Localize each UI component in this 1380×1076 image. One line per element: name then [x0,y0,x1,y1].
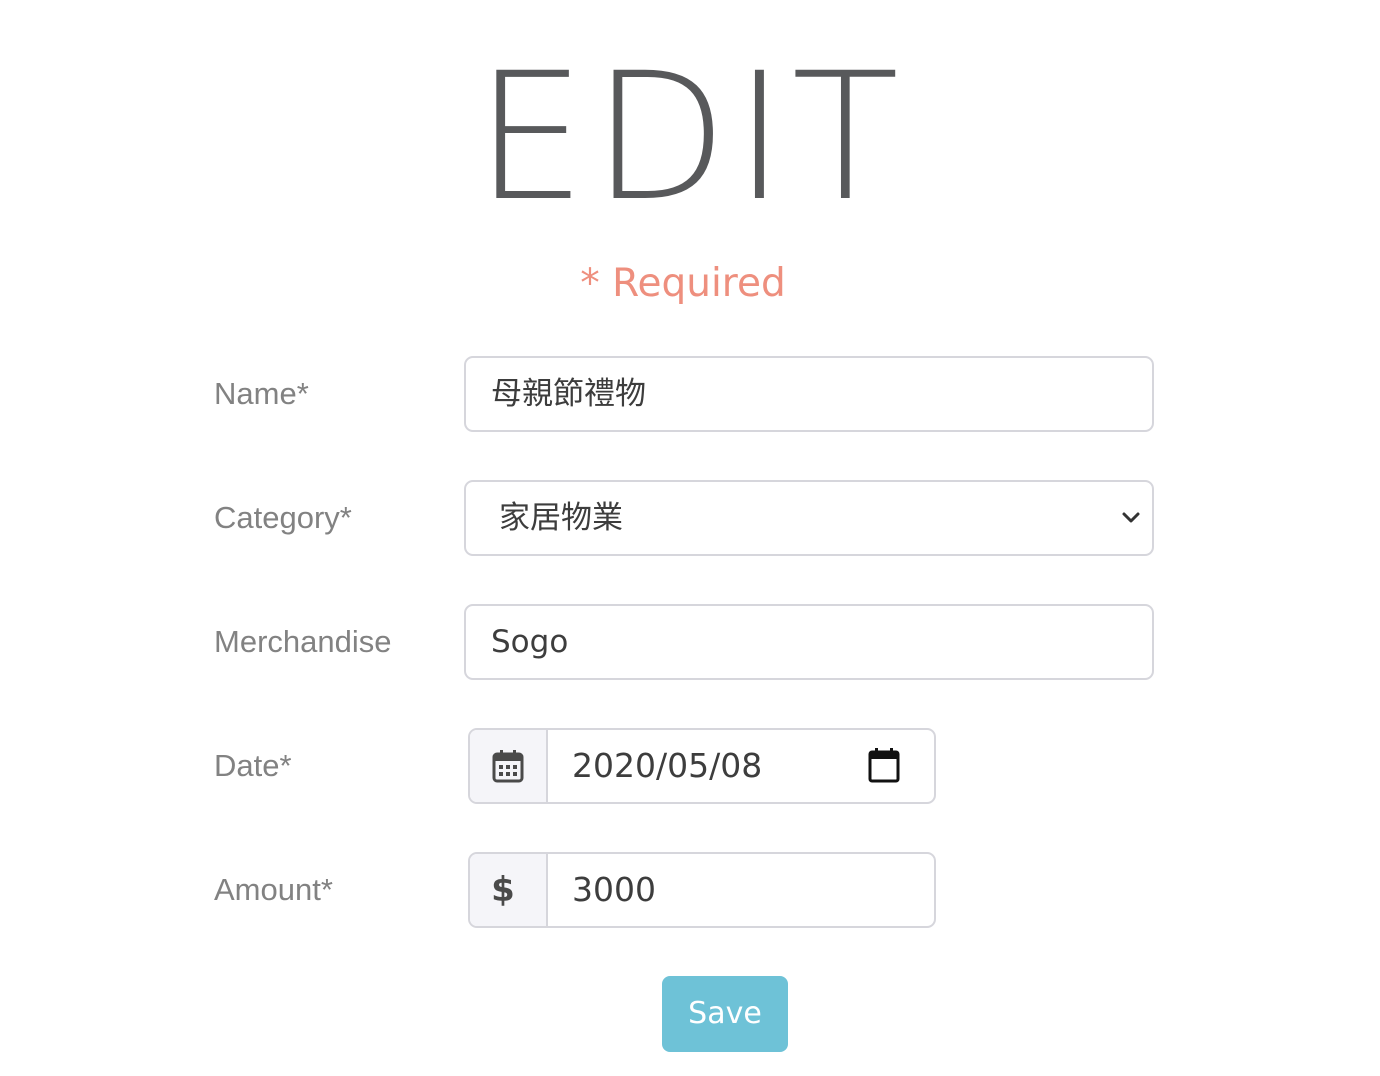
calendar-picker-icon[interactable] [868,747,900,783]
name-label: Name* [214,376,309,411]
category-row: Category* 家居物業 [214,480,1154,556]
save-button[interactable]: Save [662,976,788,1052]
category-label: Category* [214,500,352,535]
category-selected-value: 家居物業 [499,500,623,536]
edit-page: EDIT * Required Name* 母親節禮物 Category* 家居… [0,0,1380,1076]
date-input[interactable]: 2020/05/08 [572,730,762,802]
amount-label: Amount* [214,872,333,907]
name-row: Name* 母親節禮物 [214,356,1154,432]
chevron-down-icon [1122,512,1140,523]
dollar-icon: $ [491,870,515,910]
date-input-group: 2020/05/08 [468,728,936,804]
amount-input[interactable]: 3000 [572,854,656,926]
amount-input-group: $ 3000 [468,852,936,928]
category-select[interactable]: 家居物業 [464,480,1154,556]
currency-addon: $ [470,854,548,926]
merchandise-input[interactable]: Sogo [464,604,1154,680]
merchandise-row: Merchandise Sogo [214,604,1154,680]
date-addon [470,730,548,802]
calendar-icon [492,750,524,783]
required-note: * Required [580,261,786,306]
name-input[interactable]: 母親節禮物 [464,356,1154,432]
date-row: Date* 2020/05/08 [214,728,1154,804]
date-label: Date* [214,748,292,783]
page-title: EDIT [474,35,906,240]
amount-row: Amount* $ 3000 [214,852,1154,928]
merchandise-label: Merchandise [214,624,392,659]
